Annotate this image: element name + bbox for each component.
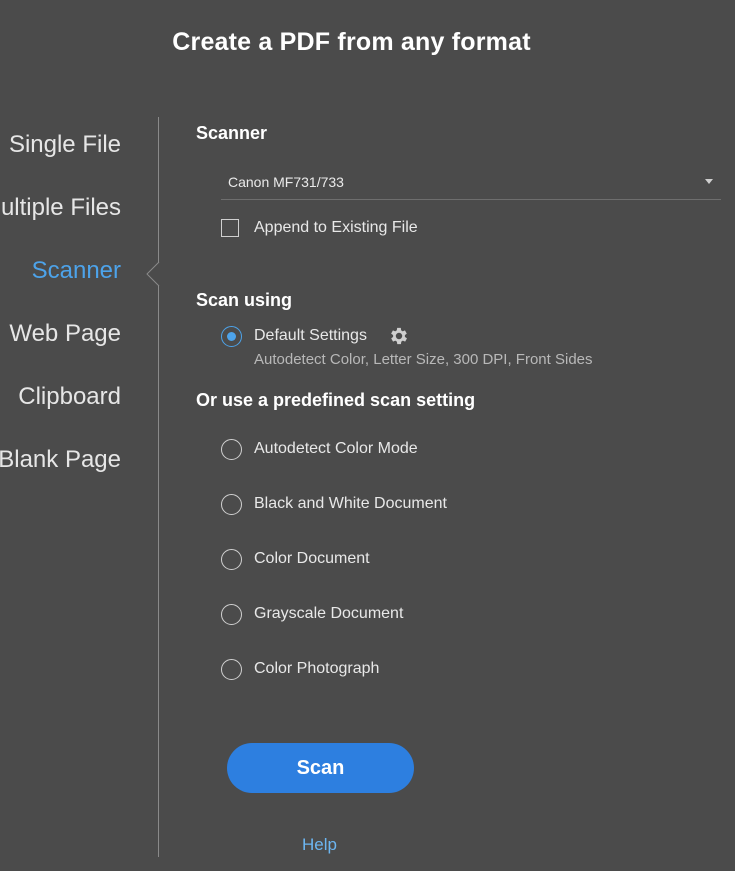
default-settings-description: Autodetect Color, Letter Size, 300 DPI, … [254, 351, 593, 368]
sidebar-nav: Single File Multiple Files Scanner Web P… [0, 115, 158, 857]
append-checkbox[interactable] [221, 219, 239, 237]
option-label: Color Photograph [254, 660, 380, 677]
sidebar-item-multiple-files[interactable]: Multiple Files [0, 194, 121, 222]
sidebar-item-web-page[interactable]: Web Page [9, 320, 121, 348]
sidebar-item-clipboard[interactable]: Clipboard [18, 383, 121, 411]
sidebar-item-single-file[interactable]: Single File [9, 131, 121, 159]
predefined-heading: Or use a predefined scan setting [196, 390, 476, 410]
default-settings-label: Default Settings [254, 327, 367, 344]
option-label: Autodetect Color Mode [254, 440, 418, 457]
option-label: Black and White Document [254, 495, 447, 512]
option-label: Color Document [254, 550, 370, 567]
page-title: Create a PDF from any format [172, 28, 531, 56]
radio-button[interactable] [221, 439, 242, 460]
scanner-select[interactable]: Canon MF731/733 [221, 166, 721, 200]
append-label: Append to Existing File [254, 219, 418, 236]
gear-icon[interactable] [388, 325, 410, 347]
scanner-heading: Scanner [196, 123, 268, 143]
radio-button[interactable] [221, 604, 242, 625]
scan-using-heading: Scan using [196, 290, 293, 310]
chevron-down-icon [705, 179, 713, 184]
sidebar-item-blank-page[interactable]: Blank Page [0, 446, 121, 474]
help-link[interactable]: Help [302, 835, 337, 855]
radio-button[interactable] [221, 494, 242, 515]
radio-button[interactable] [221, 549, 242, 570]
sidebar-item-scanner[interactable]: Scanner [32, 257, 121, 285]
default-settings-radio[interactable] [221, 326, 242, 347]
scanner-select-value: Canon MF731/733 [228, 174, 344, 190]
scan-button[interactable]: Scan [227, 743, 414, 793]
option-label: Grayscale Document [254, 605, 404, 622]
sidebar-divider [158, 117, 159, 857]
radio-button[interactable] [221, 659, 242, 680]
